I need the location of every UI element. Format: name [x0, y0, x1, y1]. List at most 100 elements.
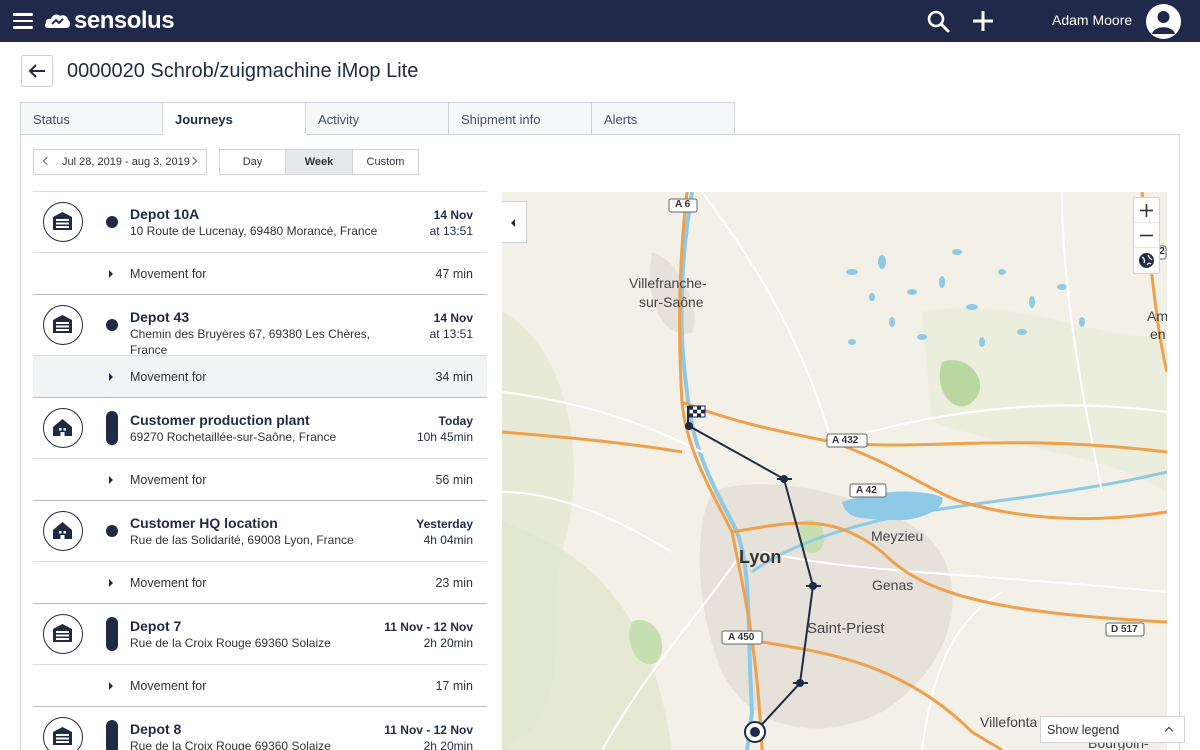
collapse-panel-button[interactable]	[502, 201, 527, 243]
stop-date: 11 Nov - 12 Nov	[384, 620, 473, 634]
journey-stop[interactable]: Depot 8 Rue de la Croix Rouge 69360 Sola…	[33, 707, 487, 750]
place-label: Am	[1147, 308, 1167, 324]
stop-name: Customer production plant	[130, 412, 310, 428]
user-avatar-icon[interactable]	[1146, 4, 1181, 39]
movement-row[interactable]: Movement for 56 min	[33, 459, 487, 501]
tab-journeys[interactable]: Journeys	[163, 102, 306, 135]
chevron-up-icon	[1164, 726, 1174, 736]
user-name[interactable]: Adam Moore	[1052, 12, 1132, 28]
tab-shipment-info[interactable]: Shipment info	[449, 102, 592, 135]
stop-name: Depot 43	[130, 309, 190, 325]
journey-stop[interactable]: Customer production plant 69270 Rochetai…	[33, 398, 487, 459]
movement-row[interactable]: Movement for 23 min	[33, 562, 487, 604]
tab-status[interactable]: Status	[20, 102, 163, 135]
date-range-label[interactable]: Jul 28, 2019 - aug 3, 2019	[62, 156, 190, 168]
date-range-picker[interactable]: Jul 28, 2019 - aug 3, 2019	[33, 149, 207, 175]
zoom-out-button[interactable]	[1134, 223, 1159, 248]
movement-duration: 23 min	[435, 576, 473, 590]
caret-right-icon[interactable]	[109, 373, 113, 381]
road-label: A 450	[728, 632, 755, 643]
tab-bar: Status Journeys Activity Shipment info A…	[20, 102, 735, 135]
stop-marker	[106, 411, 118, 445]
map-controls	[1133, 197, 1160, 274]
stop-time: Yesterday 4h 04min	[416, 516, 473, 548]
journey-stop[interactable]: Depot 7 Rue de la Croix Rouge 69360 Sola…	[33, 604, 487, 665]
stop-name: Customer HQ location	[130, 515, 278, 531]
stop-time-value: 2h 20min	[423, 739, 473, 750]
stop-time-value: 2h 20min	[423, 636, 473, 650]
road-label: A 432	[832, 435, 859, 446]
movement-duration: 47 min	[435, 267, 473, 281]
add-icon[interactable]	[970, 8, 996, 34]
caret-right-icon[interactable]	[109, 682, 113, 690]
range-toggle-group: Day Week Custom	[219, 149, 419, 175]
house-icon	[43, 511, 83, 551]
journey-list: Depot 10A 10 Route de Lucenay, 69480 Mor…	[33, 191, 487, 750]
movement-row[interactable]: Movement for 17 min	[33, 665, 487, 707]
show-legend-button[interactable]: Show legend	[1040, 716, 1185, 743]
stop-address: Rue de las Solidarité, 69008 Lyon, Franc…	[130, 533, 354, 547]
stop-address: 10 Route de Lucenay, 69480 Morancé, Fran…	[130, 224, 378, 238]
stop-address: Rue de la Croix Rouge 69360 Solaize	[130, 636, 331, 650]
movement-label: Movement for	[130, 267, 207, 281]
stop-date: Yesterday	[416, 517, 473, 531]
caret-right-icon[interactable]	[109, 270, 113, 278]
legend-label: Show legend	[1047, 723, 1120, 737]
search-icon[interactable]	[926, 9, 950, 33]
journey-map[interactable]: A 6 A 42 A 432 A 42 A 450 D 517 Villefra…	[502, 192, 1167, 750]
stop-date: 14 Nov	[433, 311, 473, 325]
movement-label: Movement for	[130, 370, 207, 384]
stop-address: 69270 Rochetaillée-sur-Saône, France	[130, 430, 337, 444]
minus-icon	[1140, 234, 1153, 237]
range-week-button[interactable]: Week	[286, 149, 353, 175]
place-label: Genas	[872, 577, 914, 593]
place-label: Lyon	[739, 547, 782, 567]
movement-duration: 34 min	[435, 370, 473, 384]
plus-icon	[1140, 204, 1153, 217]
house-icon	[43, 408, 83, 448]
caret-right-icon[interactable]	[109, 476, 113, 484]
arrow-left-icon	[28, 64, 45, 78]
next-period-button[interactable]	[184, 150, 206, 174]
stop-time-value: 4h 04min	[423, 533, 473, 547]
movement-row[interactable]: Movement for 34 min	[33, 356, 487, 398]
stop-marker	[106, 216, 118, 228]
place-label: Villefonta	[980, 714, 1038, 730]
range-day-button[interactable]: Day	[219, 149, 286, 175]
top-navigation-bar: sensolus Adam Moore	[0, 0, 1200, 42]
zoom-in-button[interactable]	[1134, 198, 1159, 223]
warehouse-icon	[43, 614, 83, 654]
stop-time-value: at 13:51	[429, 224, 473, 238]
stop-time-value: 10h 45min	[416, 430, 473, 444]
road-label: A 6	[675, 199, 691, 210]
range-custom-button[interactable]: Custom	[353, 149, 419, 175]
back-button[interactable]	[21, 55, 53, 87]
movement-duration: 56 min	[435, 473, 473, 487]
movement-label: Movement for	[130, 576, 207, 590]
caret-right-icon[interactable]	[109, 579, 113, 587]
brand-logo[interactable]: sensolus	[44, 7, 175, 35]
menu-icon[interactable]	[13, 13, 33, 29]
movement-duration: 17 min	[435, 679, 473, 693]
previous-period-button[interactable]	[34, 150, 56, 174]
stop-marker	[106, 720, 118, 750]
stop-marker	[106, 617, 118, 651]
chevron-left-icon	[42, 156, 52, 166]
stop-date: 14 Nov	[433, 208, 473, 222]
movement-label: Movement for	[130, 679, 207, 693]
stop-time: Today 10h 45min	[417, 413, 473, 445]
journey-stop[interactable]: Customer HQ location Rue de las Solidari…	[33, 501, 487, 562]
journey-stop[interactable]: Depot 43 Chemin des Bruyères 67, 69380 L…	[33, 295, 487, 357]
map-layers-button[interactable]	[1134, 248, 1159, 273]
tab-activity[interactable]: Activity	[306, 102, 449, 135]
movement-row[interactable]: Movement for 47 min	[33, 253, 487, 295]
chevron-right-icon	[188, 156, 198, 166]
stop-time: 11 Nov - 12 Nov 2h 20min	[384, 722, 473, 750]
journey-stop[interactable]: Depot 10A 10 Route de Lucenay, 69480 Mor…	[33, 192, 487, 253]
place-label: en	[1150, 326, 1166, 342]
page-title: 0000020 Schrob/zuigmachine iMop Lite	[67, 60, 419, 82]
stop-time-value: at 13:51	[429, 327, 473, 341]
map-canvas	[502, 192, 1167, 750]
tab-alerts[interactable]: Alerts	[592, 102, 735, 135]
globe-icon	[1139, 253, 1154, 268]
